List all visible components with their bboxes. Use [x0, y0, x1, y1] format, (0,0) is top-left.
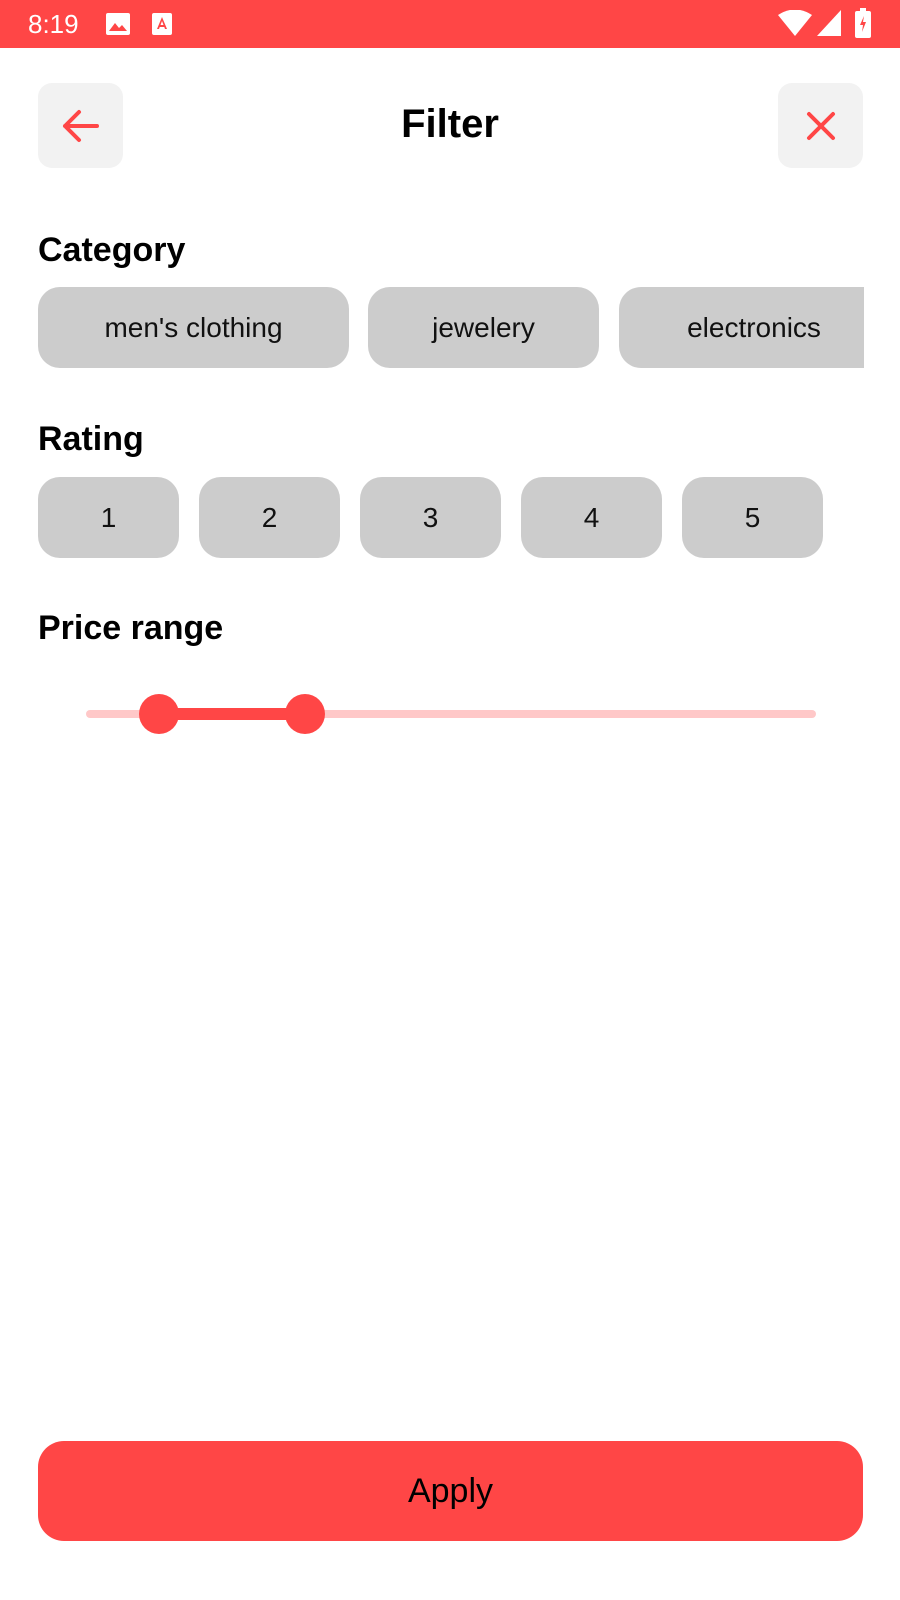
image-icon: [106, 13, 130, 35]
signal-icon: [817, 10, 841, 36]
close-icon: [806, 111, 835, 140]
price-range-title: Price range: [38, 609, 224, 647]
slider-active-range: [159, 708, 305, 720]
close-button[interactable]: [778, 83, 863, 168]
rating-chip-3[interactable]: 3: [360, 477, 501, 558]
font-icon: [152, 13, 172, 35]
slider-thumb-upper[interactable]: [285, 694, 325, 734]
rating-chip-2[interactable]: 2: [199, 477, 340, 558]
rating-title: Rating: [38, 420, 144, 458]
category-chip-list: men's clothing jewelery electronics: [38, 287, 864, 368]
price-range-slider[interactable]: [86, 692, 816, 736]
page-title: Filter: [401, 102, 499, 146]
wifi-icon: [778, 10, 812, 36]
status-bar: 8:19: [0, 0, 900, 48]
apply-button[interactable]: Apply: [38, 1441, 863, 1541]
battery-icon: [855, 8, 871, 38]
rating-chip-5[interactable]: 5: [682, 477, 823, 558]
category-chip-jewelery[interactable]: jewelery: [368, 287, 599, 368]
rating-chip-1[interactable]: 1: [38, 477, 179, 558]
rating-chip-4[interactable]: 4: [521, 477, 662, 558]
slider-thumb-lower[interactable]: [139, 694, 179, 734]
category-title: Category: [38, 231, 186, 269]
status-time: 8:19: [28, 9, 79, 39]
category-chip-electronics[interactable]: electronics: [619, 287, 864, 368]
category-chip-mens-clothing[interactable]: men's clothing: [38, 287, 349, 368]
